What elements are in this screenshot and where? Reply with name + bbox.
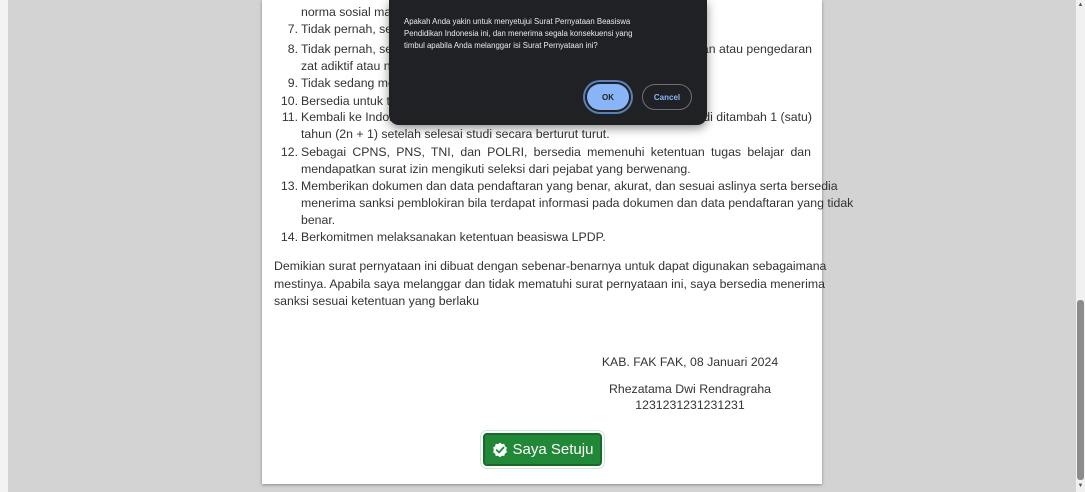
check-badge-icon bbox=[492, 442, 507, 457]
ok-button[interactable]: OK bbox=[587, 84, 629, 110]
occluded-text-fragment: udi ditambah 1 (satu) bbox=[696, 110, 812, 124]
list-item-text: Memberikan dokumen dan data pendaftaran … bbox=[301, 179, 854, 227]
scroll-down-arrow-icon[interactable]: ▼ bbox=[1077, 483, 1084, 490]
closing-paragraph: Demikian surat pernyataan ini dibuat den… bbox=[274, 259, 827, 308]
confirm-dialog: Apakah Anda yakin untuk menyetujui Surat… bbox=[389, 0, 707, 125]
list-item-text: Berkomitmen melaksanakan ketentuan beasi… bbox=[301, 230, 606, 244]
agree-button-label: Saya Setuju bbox=[512, 441, 594, 458]
cancel-button[interactable]: Cancel bbox=[642, 84, 692, 110]
dialog-message: Apakah Anda yakin untuk menyetujui Surat… bbox=[404, 17, 633, 51]
occluded-text-fragment: an atau pengedaran bbox=[701, 42, 812, 56]
signer-name: Rhezatama Dwi Rendragraha bbox=[609, 382, 771, 396]
place-date: KAB. FAK FAK, 08 Januari 2024 bbox=[601, 355, 779, 369]
page-scrollbar[interactable]: ▲ ▼ bbox=[1076, 0, 1085, 492]
scroll-thumb[interactable] bbox=[1077, 300, 1084, 480]
list-item-text: Sebagai CPNS, PNS, TNI, dan POLRI, berse… bbox=[301, 145, 811, 176]
signer-id: 1231231231231231 bbox=[635, 398, 745, 412]
scroll-up-arrow-icon[interactable]: ▲ bbox=[1077, 2, 1084, 9]
page-left-margin bbox=[0, 0, 8, 492]
agree-button[interactable]: Saya Setuju bbox=[483, 433, 602, 466]
